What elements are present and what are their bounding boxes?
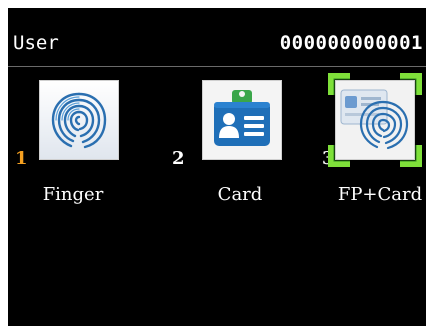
- option-number: 1: [15, 148, 28, 169]
- header-bar: User 000000000001: [8, 8, 426, 67]
- option-fp-card[interactable]: 3 FP+Card: [302, 73, 422, 218]
- option-finger[interactable]: 1 Finger: [13, 78, 133, 218]
- option-label: FP+Card: [337, 184, 423, 205]
- page-title: User: [13, 32, 59, 54]
- option-card[interactable]: 2 Card: [168, 78, 288, 218]
- user-id-value: 000000000001: [279, 32, 423, 54]
- option-label: Card: [217, 184, 263, 205]
- option-label: Finger: [42, 184, 104, 205]
- fingerprint-card-icon: [335, 80, 415, 160]
- fingerprint-icon: [39, 80, 119, 160]
- option-number: 2: [172, 148, 185, 169]
- screen: User 000000000001 1 Finger 2 Card 3 FP+C…: [8, 8, 426, 326]
- id-card-icon: [202, 80, 282, 160]
